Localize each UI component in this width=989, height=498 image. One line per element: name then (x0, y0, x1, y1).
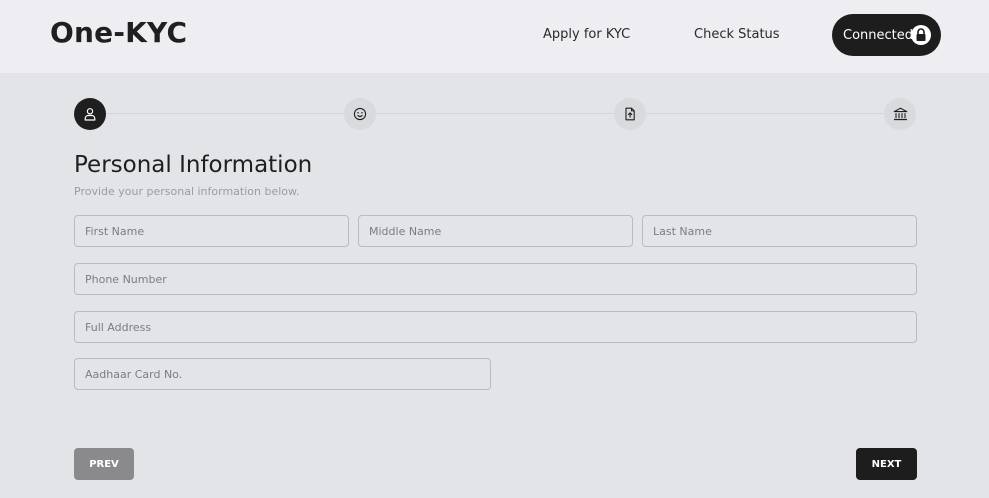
step-bank-details[interactable] (884, 98, 916, 130)
middle-name-input[interactable] (358, 215, 633, 247)
nav-apply-kyc[interactable]: Apply for KYC (543, 27, 630, 42)
first-name-input[interactable] (74, 215, 349, 247)
page-subtitle: Provide your personal information below. (74, 185, 300, 198)
top-header: One-KYC Apply for KYC Check Status Conne… (0, 0, 989, 73)
nav-check-status[interactable]: Check Status (694, 27, 780, 42)
last-name-input[interactable] (642, 215, 917, 247)
connected-label: Connected (843, 27, 914, 43)
bank-icon (893, 107, 907, 121)
wallet-connected-button[interactable]: Connected (832, 14, 941, 56)
step-document-upload[interactable] (614, 98, 646, 130)
brand-logo[interactable]: One-KYC (50, 16, 187, 49)
user-icon (84, 108, 96, 121)
full-address-input[interactable] (74, 311, 917, 343)
prev-button[interactable]: PREV (74, 448, 134, 480)
page-title: Personal Information (74, 152, 313, 178)
step-face-verification[interactable] (344, 98, 376, 130)
aadhaar-number-input[interactable] (74, 358, 491, 390)
lock-icon (911, 25, 931, 45)
smiley-icon (353, 107, 367, 121)
stepper-line (105, 113, 885, 114)
file-upload-icon (625, 107, 635, 121)
phone-number-input[interactable] (74, 263, 917, 295)
next-button[interactable]: NEXT (856, 448, 917, 480)
step-personal-info[interactable] (74, 98, 106, 130)
